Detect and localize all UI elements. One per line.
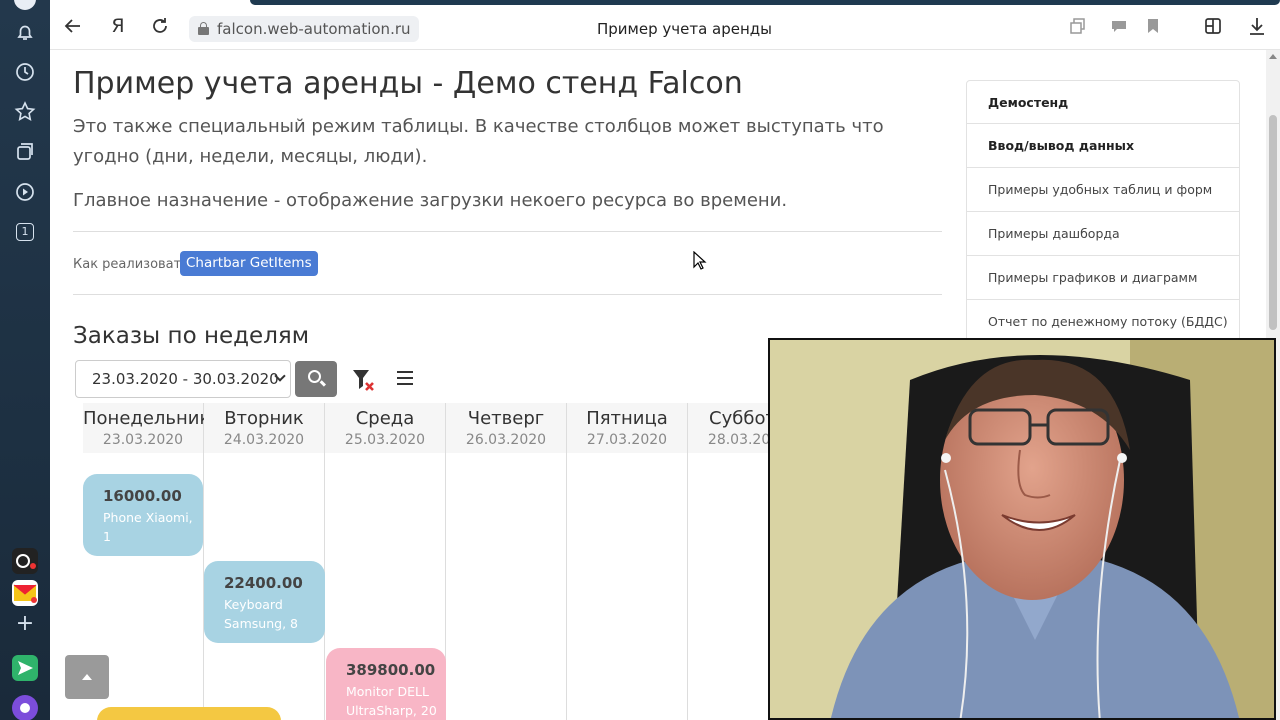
scroll-up-icon[interactable] <box>1269 54 1277 59</box>
page-purpose-text: Главное назначение - отображение загрузк… <box>73 190 788 211</box>
search-icon <box>308 370 321 383</box>
video-icon[interactable] <box>13 180 37 204</box>
order-card[interactable]: 22400.00 Keyboard Samsung, 8 <box>204 561 325 643</box>
day-name: Понедельник <box>83 408 211 429</box>
page-title: Пример учета аренды - Демо стенд Falcon <box>73 66 743 101</box>
day-date: 25.03.2020 <box>344 432 426 448</box>
date-range-value: 23.03.2020 - 30.03.2020 <box>92 370 279 388</box>
day-header: Среда 25.03.2020 <box>325 403 445 453</box>
order-card[interactable] <box>97 707 281 720</box>
add-icon[interactable]: + <box>13 612 37 636</box>
order-card[interactable]: 389800.00 Monitor DELL UltraSharp, 20 <box>326 648 446 720</box>
sidebar-item-demo[interactable]: Демостенд <box>966 80 1240 124</box>
day-date: 23.03.2020 <box>102 432 184 448</box>
address-bar[interactable]: falcon.web-automation.ru <box>189 16 419 42</box>
day-name: Среда <box>355 408 415 429</box>
sidebar-menu: Демостенд Ввод/вывод данных Примеры удоб… <box>966 80 1240 344</box>
sidebar-item-tables[interactable]: Примеры удобных таблиц и форм <box>966 168 1240 212</box>
yandex-icon[interactable]: Я <box>106 14 130 38</box>
day-date: 27.03.2020 <box>586 432 668 448</box>
tab-number-icon[interactable]: 1 <box>16 223 34 241</box>
page-tab-title: Пример учета аренды <box>597 20 773 38</box>
order-card[interactable]: 16000.00 Phone Xiaomi, 1 <box>83 474 203 556</box>
clear-filter-icon[interactable] <box>351 368 377 394</box>
day-header: Четверг 26.03.2020 <box>446 403 566 453</box>
star-icon[interactable] <box>13 100 37 124</box>
bookmark-icon[interactable] <box>1141 14 1165 38</box>
reload-icon[interactable] <box>148 14 172 38</box>
sidebar-item-data-io[interactable]: Ввод/вывод данных <box>966 124 1240 168</box>
browser-sidebar: 1 + <box>0 0 50 720</box>
howto-label: Как реализовать: <box>73 257 194 272</box>
date-range-select[interactable]: 23.03.2020 - 30.03.2020 <box>75 360 291 398</box>
menu-icon[interactable] <box>397 371 413 385</box>
back-arrow-icon[interactable] <box>61 14 85 38</box>
mouse-cursor-icon <box>693 250 707 271</box>
webcam-overlay <box>768 338 1276 720</box>
page-lead-text: Это также специальный режим таблицы. В к… <box>73 116 884 167</box>
sidebar-item-charts[interactable]: Примеры графиков и диаграмм <box>966 256 1240 300</box>
order-description: Phone Xiaomi, 1 <box>103 510 193 544</box>
profile-icon[interactable] <box>14 0 36 10</box>
day-name: Вторник <box>224 408 304 429</box>
day-header: Вторник 24.03.2020 <box>204 403 324 453</box>
sidebar-item-dashboard[interactable]: Примеры дашборда <box>966 212 1240 256</box>
day-date: 24.03.2020 <box>223 432 305 448</box>
history-icon[interactable] <box>13 60 37 84</box>
day-header: Пятница 27.03.2020 <box>567 403 687 453</box>
day-header: Понедельник 23.03.2020 <box>83 403 211 453</box>
section-title: Заказы по неделям <box>73 323 310 349</box>
url-text: falcon.web-automation.ru <box>217 20 411 38</box>
order-description: Monitor DELL UltraSharp, 20 <box>346 684 437 718</box>
tabs-icon[interactable] <box>1067 14 1091 38</box>
search-button[interactable] <box>295 361 337 397</box>
divider <box>73 294 942 295</box>
week-chartbar: Понедельник 23.03.2020 Вторник 24.03.202… <box>83 403 809 720</box>
scrollbar-thumb[interactable] <box>1269 115 1277 330</box>
browser-toolbar: Я falcon.web-automation.ru Пример учета … <box>50 0 1280 50</box>
order-amount: 16000.00 <box>103 487 182 505</box>
day-name: Четверг <box>467 408 545 429</box>
order-description: Keyboard Samsung, 8 <box>224 597 298 631</box>
order-amount: 22400.00 <box>224 574 303 592</box>
download-icon[interactable] <box>1245 14 1269 38</box>
extensions-icon[interactable] <box>1201 14 1225 38</box>
bell-icon[interactable] <box>13 20 37 44</box>
day-date: 26.03.2020 <box>465 432 547 448</box>
order-amount: 389800.00 <box>346 661 436 679</box>
chat-icon[interactable] <box>1107 14 1131 38</box>
scroll-to-top-button[interactable] <box>65 655 109 699</box>
day-name: Пятница <box>586 408 668 429</box>
assistant-app-icon[interactable] <box>12 695 38 720</box>
divider <box>73 231 942 232</box>
lock-icon <box>198 22 209 35</box>
day-column: Четверг 26.03.2020 <box>446 403 567 720</box>
day-column: Пятница 27.03.2020 <box>567 403 688 720</box>
howto-badge-link[interactable]: Chartbar GetItems <box>180 251 318 276</box>
messenger-app-icon[interactable] <box>12 655 38 681</box>
presenter-video-image <box>770 340 1274 718</box>
tab-strip <box>250 0 1280 5</box>
mail-app-icon[interactable] <box>12 580 38 606</box>
collections-icon[interactable] <box>13 140 37 164</box>
alice-app-icon[interactable] <box>12 548 38 574</box>
